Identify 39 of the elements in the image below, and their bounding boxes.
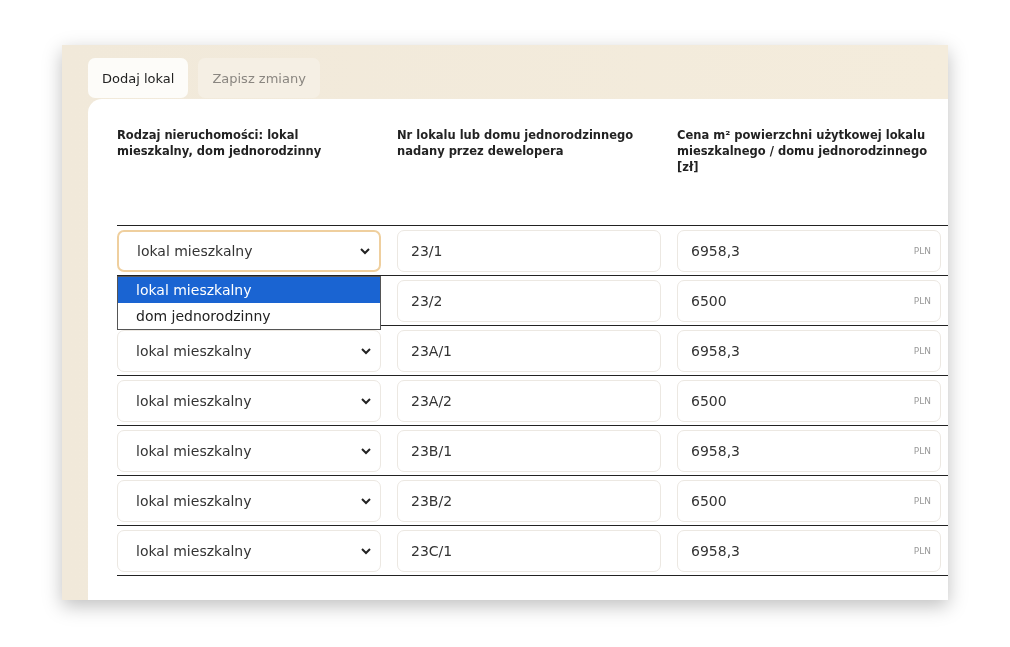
chevron-down-icon bbox=[361, 547, 371, 555]
number-field[interactable]: 23/1 bbox=[397, 230, 661, 272]
currency-label: PLN bbox=[913, 496, 931, 506]
type-select[interactable]: lokal mieszkalny bbox=[117, 480, 381, 522]
price-field[interactable]: 6500 PLN bbox=[677, 480, 941, 522]
currency-label: PLN bbox=[913, 396, 931, 406]
number-field[interactable]: 23/2 bbox=[397, 280, 661, 322]
number-field[interactable]: 23C/1 bbox=[397, 530, 661, 572]
chevron-down-icon bbox=[361, 447, 371, 455]
currency-label: PLN bbox=[913, 446, 931, 456]
currency-label: PLN bbox=[913, 296, 931, 306]
currency-label: PLN bbox=[913, 346, 931, 356]
number-field[interactable]: 23B/2 bbox=[397, 480, 661, 522]
column-header: Cena m² powierzchni użytkowej lokalu mieszkalnego / domu jednorodzinnego [zł] bbox=[677, 127, 929, 176]
price-field[interactable]: 6500 PLN bbox=[677, 280, 941, 322]
column-header: Nr lokalu lub domu jednorodzinnego nadany przez dewelopera bbox=[397, 127, 635, 160]
price-field[interactable]: 6958,3 PLN bbox=[677, 330, 941, 372]
type-select[interactable]: lokal mieszkalny bbox=[117, 380, 381, 422]
toolbar-button[interactable]: Dodaj lokal bbox=[88, 58, 189, 98]
type-select[interactable]: lokal mieszkalny bbox=[117, 430, 381, 472]
price-field[interactable]: 6958,3 PLN bbox=[677, 530, 941, 572]
chevron-down-icon bbox=[361, 497, 371, 505]
type-select[interactable]: lokal mieszkalny bbox=[117, 230, 381, 272]
currency-label: PLN bbox=[913, 546, 931, 556]
type-select[interactable]: lokal mieszkalny bbox=[117, 330, 381, 372]
price-field[interactable]: 6500 PLN bbox=[677, 380, 941, 422]
chevron-down-icon bbox=[361, 397, 371, 405]
type-select[interactable]: lokal mieszkalny bbox=[117, 530, 381, 572]
currency-label: PLN bbox=[913, 246, 931, 256]
chevron-down-icon bbox=[361, 347, 371, 355]
number-field[interactable]: 23B/1 bbox=[397, 430, 661, 472]
price-field[interactable]: 6958,3 PLN bbox=[677, 430, 941, 472]
number-field[interactable]: 23A/1 bbox=[397, 330, 661, 372]
number-field[interactable]: 23A/2 bbox=[397, 380, 661, 422]
column-header: Rodzaj nieruchomości: lokal mieszkalny, dom jednorodzinny bbox=[117, 127, 323, 160]
price-field[interactable]: 6958,3 PLN bbox=[677, 230, 941, 272]
dropdown-option[interactable]: dom jednorodzinny bbox=[118, 303, 380, 329]
chevron-down-icon bbox=[360, 247, 370, 255]
dropdown-option[interactable]: lokal mieszkalny bbox=[118, 277, 380, 303]
